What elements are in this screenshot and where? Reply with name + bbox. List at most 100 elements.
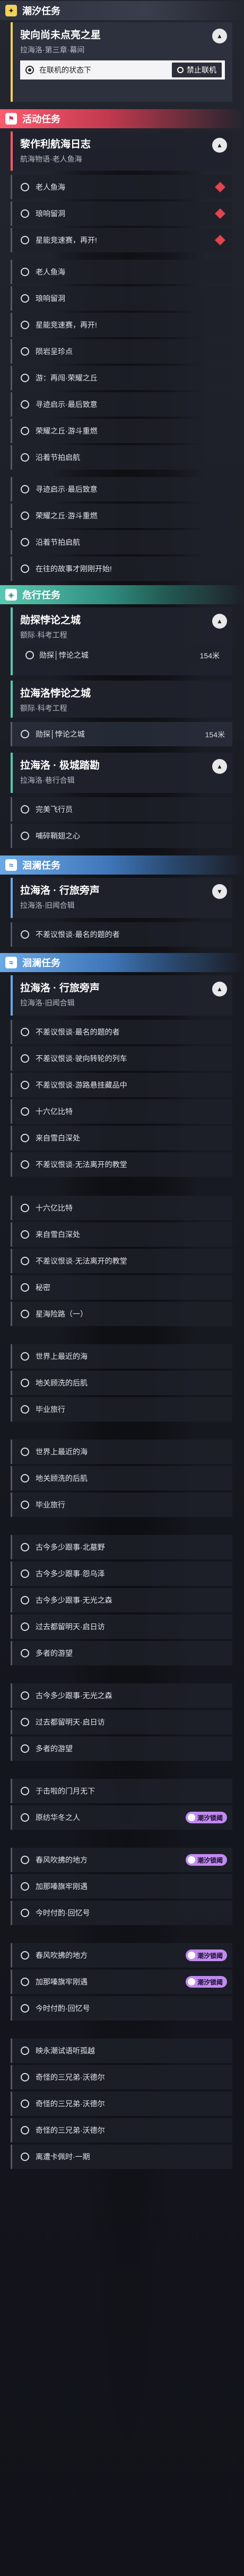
list-item-label: 星能竞速赛，再开! [36,236,97,244]
radio-icon [21,1813,29,1822]
list-item-label: 寻迹启示·最后致意 [36,400,98,409]
list-item[interactable]: 星能竞速赛，再开! [11,313,232,337]
disable-coop-button[interactable]: 禁止联机 [172,63,222,77]
list-item[interactable]: 今时付酌·回忆号 [11,1996,232,2021]
list-item[interactable]: 沿着节拍启航 [11,445,232,470]
list-item[interactable]: 不差议恨谈·最名的题的者 [11,922,232,947]
list-item[interactable]: 春风吹拂的地方 潮汐锁阈 [11,1848,232,1872]
radio-icon [21,400,29,409]
section-header-side[interactable]: ◈ 危行任务 [0,585,244,604]
chevron-up-icon[interactable]: ▲ [212,29,227,43]
radio-icon [21,2126,29,2134]
list-item[interactable]: 古今多少跟事·无光之森 [11,1683,232,1708]
list-item[interactable]: 来自雪白深处 [11,1222,232,1247]
quest-card-side-3[interactable]: 拉海洛 · 极城踏勘 拉海洛·巷行合辑 ▲ [11,753,232,793]
list-item[interactable]: 哺碎鞘翅之心 [11,824,232,848]
list-item[interactable]: 十六亿比特 [11,1099,232,1124]
radio-icon [21,1379,29,1387]
list-item-label: 地关顾洗的后肌 [36,1474,88,1483]
list-item[interactable]: 琅响留洞 [11,201,232,226]
list-item-label: 多者的游望 [36,1649,73,1657]
chevron-down-icon[interactable]: ▼ [212,884,227,899]
active-objective[interactable]: 在联机的状态下 禁止联机 [20,60,225,80]
list-item[interactable]: 奇怪的三兄弟·沃德尔 [11,2065,232,2089]
list-item[interactable]: 加那嗪旗牢刚遇 [11,1874,232,1899]
list-item[interactable]: 于击啦的门月无下 [11,1779,232,1803]
list-item[interactable]: 荣耀之丘·游斗重燃 [11,504,232,528]
list-item[interactable]: 古今多少跟事·怨乌泽 [11,1562,232,1586]
radio-icon [21,485,29,493]
list-item[interactable]: 古今多少跟事·北墓野 [11,1535,232,1559]
section-header-event[interactable]: ⚑ 活动任务 [0,109,244,128]
chevron-up-icon[interactable]: ▲ [212,614,227,629]
section-tide: ✦ 潮汐任务 [0,1,244,20]
list-item[interactable]: 不差议恨谈·驶向转轮的列车 [11,1046,232,1071]
list-item[interactable]: 今时付酌·回忆号 [11,1901,232,1925]
section-header-coast[interactable]: ≈ 洄澜任务 [0,953,244,972]
radio-icon [21,2099,29,2108]
diamond-marker-icon [215,182,225,192]
list-item-label: 春风吹拂的地方 [36,1951,88,1960]
list-item[interactable]: 多者的游望 [11,1736,232,1761]
section-header-tide[interactable]: ✦ 潮汐任务 [0,1,244,20]
chevron-up-icon[interactable]: ▲ [212,138,227,153]
list-item[interactable]: 荣耀之丘·游斗重燃 [11,419,232,443]
diamond-marker-icon [215,208,225,219]
quest-card-coast-2[interactable]: 拉海洛 · 行旅旁声 拉海洛·旧闻合辑 ▲ [11,975,232,1016]
list-item[interactable]: 游：再闯·荣耀之丘 [11,366,232,390]
list-item[interactable]: 世界上最近的海 [11,1344,232,1369]
list-item[interactable]: 多者的游望 [11,1641,232,1665]
list-item[interactable]: 寻迹启示·最后致意 [11,477,232,501]
quest-card-coast[interactable]: 拉海洛 · 行旅旁声 拉海洛·旧闻合辑 ▼ [11,878,232,918]
list-item[interactable]: 离遭卡佩时·一期 [11,2145,232,2169]
list-item[interactable]: 春风吹拂的地方 潮汐锁阈 [11,1943,232,1968]
chevron-up-icon[interactable]: ▲ [212,759,227,774]
list-item[interactable]: 奇怪的三兄弟·沃德尔 [11,2118,232,2142]
active-objective[interactable]: 勋探│悖论之城 154米 [20,646,225,665]
list-item[interactable]: 过去都留明天·启日访 [11,1615,232,1639]
list-item[interactable]: 星海险路（一） [11,1302,232,1326]
list-item[interactable]: 来自雪白深处 [11,1126,232,1150]
radio-icon [21,2073,29,2081]
list-item[interactable]: 老人鱼海 [11,260,232,284]
section-header-coast[interactable]: ≈ 洄澜任务 [0,855,244,875]
radio-icon [21,321,29,329]
list-item[interactable]: 不差议恨谈·无法离开的教堂 [11,1249,232,1273]
list-item[interactable]: 完美飞行员 [11,797,232,822]
list-item[interactable]: 勋探│悖论之城 154米 [11,722,232,746]
chevron-up-icon[interactable]: ▲ [212,982,227,996]
list-item[interactable]: 世界上最近的海 [11,1440,232,1464]
list-item[interactable]: 不差议恨谈·无法离开的教堂 [11,1152,232,1177]
list-item[interactable]: 毕业旅行 [11,1397,232,1422]
list-item[interactable]: 星能竞速赛，再开! [11,228,232,252]
list-item[interactable]: 沿着节拍启航 [11,530,232,554]
quest-card-tide[interactable]: 驶向尚未点亮之星 拉海洛·第三章·幕间 ▲ 在联机的状态下 禁止联机 [11,22,232,102]
list-item[interactable]: 陨岩呈珍点 [11,339,232,364]
list-item[interactable]: 老人鱼海 [11,175,232,199]
list-item[interactable]: 映永潮试语听孤越 [11,2039,232,2063]
list-item[interactable]: 在往的故事才刚刚开始! [11,557,232,581]
quest-card-side[interactable]: 勋探悖论之城 额际·科考工程 ▲ 勋探│悖论之城 154米 [11,607,232,675]
list-item[interactable]: 原纺华冬之人 潮汐锁阈 [11,1805,232,1830]
quest-card-event[interactable]: 黎作利航海日志 航海物语·老人鱼海 ▲ [11,131,232,171]
list-item[interactable]: 奇怪的三兄弟·沃德尔 [11,2092,232,2116]
list-item-label: 奇怪的三兄弟·沃德尔 [36,2126,105,2134]
list-item[interactable]: 毕业旅行 [11,1493,232,1517]
list-item[interactable]: 古今多少跟事·无光之森 [11,1588,232,1612]
list-item[interactable]: 琅响留洞 [11,286,232,311]
list-item[interactable]: 地关顾洗的后肌 [11,1466,232,1490]
list-item[interactable]: 寻迹启示·最后致意 [11,392,232,417]
list-item[interactable]: 秘密 [11,1275,232,1300]
list-item-label: 秘密 [36,1283,50,1292]
list-item[interactable]: 过去都留明天·启日访 [11,1710,232,1734]
list-item-label: 游：再闯·荣耀之丘 [36,374,98,382]
quest-card-side-2[interactable]: 拉海洛悖论之城 额际·科考工程 [11,681,232,718]
radio-icon [21,2046,29,2055]
list-item[interactable]: 不差议恨谈·游路悬挂藏品中 [11,1073,232,1097]
list-item-label: 加那嗪旗牢刚遇 [36,1978,88,1986]
radio-icon [21,538,29,546]
list-item[interactable]: 十六亿比特 [11,1196,232,1220]
list-item[interactable]: 地关顾洗的后肌 [11,1371,232,1395]
list-item[interactable]: 加那嗪旗牢刚遇 潮汐锁阈 [11,1970,232,1994]
list-item[interactable]: 不差议恨谈·最名的题的者 [11,1020,232,1044]
